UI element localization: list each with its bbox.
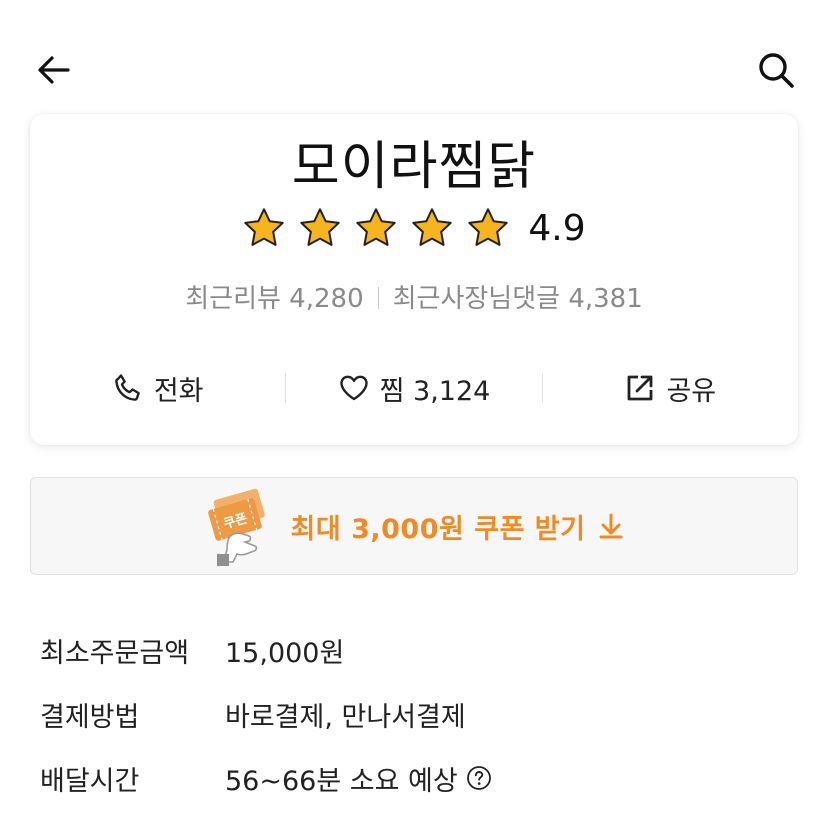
divider [377, 287, 379, 309]
rating-row: 4.9 [30, 206, 798, 250]
review-counts: 최근리뷰 4,280 최근사장님댓글 4,381 [30, 278, 798, 315]
owner-comments-link[interactable]: 최근사장님댓글 4,381 [393, 284, 643, 314]
favorite-button[interactable]: 찜 3,124 [286, 369, 541, 408]
min-order-label: 최소주문금액 [40, 637, 190, 669]
delivery-time-row: 배달시간 56~66분 소요 예상 [40, 746, 492, 810]
download-arrow-icon [599, 513, 623, 539]
star-icon [244, 208, 285, 246]
store-info-list: 최소주문금액 15,000원 결제방법 바로결제, 만나서결제 배달시간 56~… [40, 618, 492, 810]
delivery-time-value: 56~66분 소요 예상 [225, 765, 458, 797]
phone-icon [115, 374, 140, 401]
search-icon [759, 53, 794, 88]
coupon-download-button[interactable]: 쿠폰 최대 3,000원 쿠폰 받기 [30, 477, 798, 575]
star-icon [356, 208, 397, 246]
rating-value: 4.9 [528, 207, 586, 249]
min-order-value: 15,000원 [225, 637, 345, 669]
star-icon [412, 208, 453, 246]
arrow-left-icon [38, 56, 70, 84]
payment-method-label: 결제방법 [40, 701, 140, 733]
coupon-label: 최대 3,000원 쿠폰 받기 [290, 513, 586, 545]
star-icon [468, 208, 509, 246]
coupon-hand-icon: 쿠폰 [207, 488, 265, 566]
star-icon [300, 208, 341, 246]
delivery-time-label: 배달시간 [40, 765, 140, 797]
heart-icon [339, 375, 368, 401]
recent-reviews-link[interactable]: 최근리뷰 4,280 [185, 284, 363, 314]
share-icon [628, 375, 653, 401]
share-button[interactable]: 공유 [543, 369, 798, 408]
store-name: 모이라찜닭 [291, 137, 537, 197]
payment-method-value: 바로결제, 만나서결제 [225, 701, 466, 733]
min-order-row: 최소주문금액 15,000원 [40, 618, 492, 682]
share-label: 공유 [666, 375, 717, 407]
favorite-label: 찜 3,124 [379, 375, 491, 407]
delivery-time-value-wrap: 56~66분 소요 예상 [225, 759, 492, 798]
action-bar: 전화 찜 3,124 공유 [30, 366, 798, 410]
call-label: 전화 [153, 375, 204, 407]
help-icon[interactable] [466, 765, 492, 791]
payment-method-row: 결제방법 바로결제, 만나서결제 [40, 682, 492, 746]
search-button[interactable] [752, 46, 800, 94]
call-button[interactable]: 전화 [30, 369, 285, 408]
back-button[interactable] [30, 46, 78, 94]
store-summary-card: 모이라찜닭 4.9 최근리뷰 4,280 최근사장님댓글 4,381 전화 찜 3… [30, 114, 798, 445]
